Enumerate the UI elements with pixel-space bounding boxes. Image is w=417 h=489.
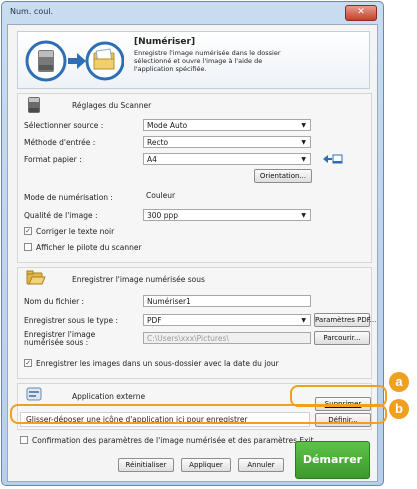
browse-button[interactable]: Parcourir... (314, 331, 370, 345)
pdf-settings-button[interactable]: Paramètres PDF... (314, 313, 376, 327)
start-button[interactable]: Démarrer (295, 441, 370, 479)
mode-banner: [Numériser] Enregistre l'image numérisée… (17, 31, 370, 89)
filename-label: Nom du fichier : (24, 297, 85, 306)
confirm-settings-checkbox[interactable] (20, 436, 28, 444)
chevron-down-icon: ▼ (301, 156, 306, 163)
banner-title: [Numériser] (134, 37, 196, 47)
save-settings-heading: Enregistrer l'image numérisée sous (72, 275, 205, 284)
scan-to-folder-illustration (25, 40, 124, 82)
save-settings-section: Enregistrer l'image numérisée sous Nom d… (17, 267, 376, 379)
callout-b-badge: b (389, 399, 409, 419)
file-type-select[interactable]: PDF ▼ (143, 314, 311, 326)
scanner-icon (25, 40, 67, 82)
external-app-heading: Application externe (72, 392, 146, 401)
show-driver-checkbox[interactable] (24, 243, 32, 251)
paper-size-select[interactable]: A4 ▼ (143, 153, 311, 165)
location-label-line-2: numérisée sous : (24, 338, 89, 347)
folder-icon (85, 41, 124, 81)
close-button[interactable]: ✕ (345, 5, 377, 21)
chevron-down-icon: ▼ (301, 212, 306, 219)
file-type-label: Enregistrer sous le type : (24, 316, 119, 325)
cancel-button[interactable]: Annuler (238, 458, 284, 472)
source-label: Sélectionner source : (24, 121, 104, 130)
reset-button[interactable]: Réinitialiser (118, 458, 174, 472)
image-quality-select[interactable]: 300 ppp ▼ (143, 209, 311, 221)
banner-description-line-3: l'application spécifiée. (134, 65, 207, 73)
chevron-down-icon: ▼ (301, 317, 306, 324)
filename-input[interactable]: Numériser1 (143, 295, 311, 307)
folder-open-icon (26, 270, 46, 285)
correct-text-checkbox[interactable]: ✓ (24, 227, 32, 235)
save-location-input: C:\Users\xxx\Pictures\ (143, 332, 311, 344)
paper-orientation-icon[interactable] (322, 153, 344, 165)
scan-mode-value: Couleur (146, 191, 176, 200)
callout-a-badge: a (389, 372, 409, 392)
application-icon (26, 387, 42, 401)
correct-text-label: Corriger le texte noir (36, 227, 115, 236)
orientation-button[interactable]: Orientation... (254, 169, 312, 183)
banner-description-line-2: sélectionné et ouvre l'image à l'aide de (134, 57, 263, 65)
apply-button[interactable]: Appliquer (181, 458, 231, 472)
subfolder-label: Enregistrer les images dans un sous-doss… (36, 359, 279, 368)
subfolder-checkbox[interactable]: ✓ (24, 359, 32, 367)
scanner-icon (28, 97, 40, 113)
scanner-settings-heading: Réglages du Scanner (72, 101, 152, 110)
arrow-right-icon (68, 53, 86, 69)
chevron-down-icon: ▼ (301, 122, 306, 129)
banner-description-line-1: Enregistre l'image numérisée dans le dos… (134, 49, 281, 57)
show-driver-label: Afficher le pilote du scanner (36, 243, 142, 252)
paper-size-label: Format papier : (24, 155, 82, 164)
confirm-settings-label: Confirmation des paramètres de l'image n… (32, 436, 314, 445)
callout-b-frame (10, 404, 387, 424)
scanner-settings-section: Réglages du Scanner Sélectionner source … (17, 93, 372, 263)
chevron-down-icon: ▼ (301, 139, 306, 146)
window-title: Num. coul. (10, 7, 54, 16)
input-method-label: Méthode d'entrée : (24, 138, 96, 147)
input-method-select[interactable]: Recto ▼ (143, 136, 311, 148)
scan-mode-label: Mode de numérisation : (24, 193, 113, 202)
image-quality-label: Qualité de l'image : (24, 211, 98, 220)
source-select[interactable]: Mode Auto ▼ (143, 119, 311, 131)
